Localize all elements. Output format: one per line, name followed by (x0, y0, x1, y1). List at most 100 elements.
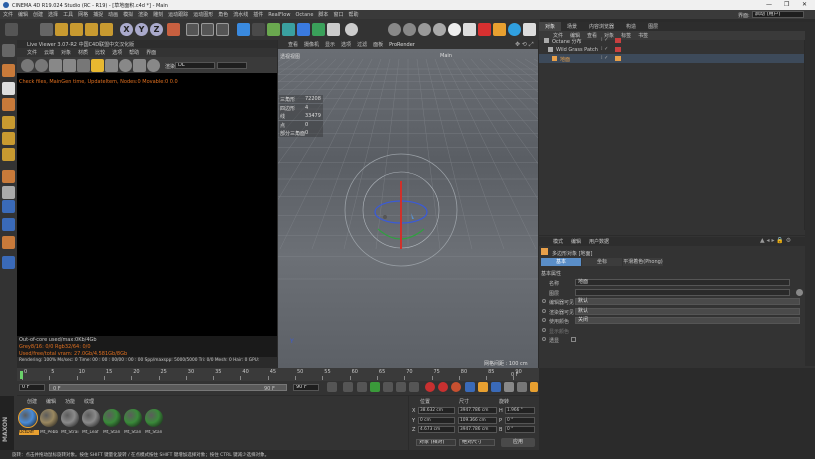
menu-item-3[interactable]: 选择 (48, 11, 58, 18)
camera-icon[interactable] (327, 23, 340, 36)
auto-key-icon[interactable] (438, 382, 448, 392)
z-axis-icon[interactable]: Z (150, 23, 163, 36)
viewport-menu-item[interactable]: 过滤 (357, 41, 367, 48)
go-to-end-icon[interactable] (409, 382, 419, 392)
material-swatch[interactable] (103, 409, 121, 427)
pick-object-icon[interactable] (133, 59, 146, 72)
viewport-menu-item[interactable]: ProRender (389, 42, 415, 48)
octane-settings-icon[interactable] (403, 23, 416, 36)
render-view-icon[interactable] (186, 23, 199, 36)
subdivision-icon[interactable] (267, 23, 280, 36)
menu-item-10[interactable]: 雕刻 (153, 11, 163, 18)
position-field[interactable]: 0 cm (418, 416, 455, 424)
object-tab[interactable]: 内容浏览器 (583, 22, 620, 31)
current-frame-field[interactable]: 0 F (19, 384, 45, 391)
go-to-start-icon[interactable] (327, 382, 337, 392)
size-field[interactable]: 3947.786 cm (458, 407, 497, 414)
render-picture-viewer-icon[interactable] (201, 23, 214, 36)
timeline-ruler[interactable]: 0 5 10 15 20 25 30 35 40 45 50 55 60 65 70 75 80 85 90 0 F (17, 368, 539, 381)
animate-dot-icon[interactable] (542, 327, 546, 332)
attribute-tab[interactable]: 平滑着色(Phong) (623, 258, 663, 266)
pause-icon[interactable] (49, 59, 62, 72)
rotation-field[interactable]: 0 ° (505, 426, 535, 433)
object-tab[interactable]: 图层 (642, 22, 664, 31)
tag-icon[interactable] (615, 47, 621, 52)
visibility-dots-icon[interactable]: ⁞ ✓ (601, 55, 608, 61)
octane-texture-icon[interactable] (433, 23, 446, 36)
next-frame-icon[interactable] (383, 382, 393, 392)
key-rotation-icon[interactable] (491, 382, 501, 392)
object-tab[interactable]: 构造 (620, 22, 642, 31)
max-frame-field[interactable]: 90 F (293, 384, 319, 391)
attribute-tab[interactable]: 坐标 (582, 258, 622, 266)
pick-focus-icon[interactable] (105, 59, 118, 72)
viewport-menu-item[interactable]: 显示 (325, 41, 335, 48)
menu-item-13[interactable]: 角色 (218, 11, 228, 18)
next-key-icon[interactable] (396, 382, 406, 392)
material-swatch[interactable] (124, 409, 142, 427)
octane-light-icon[interactable] (493, 23, 506, 36)
viewport-menu-item[interactable]: 查看 (288, 41, 298, 48)
material-menu-item[interactable]: 功能 (65, 398, 75, 405)
size-field[interactable]: 3947.786 cm (458, 426, 497, 433)
rotation-field[interactable]: 0 ° (505, 416, 535, 424)
object-tab[interactable]: 对象 (539, 22, 562, 31)
send-scene-icon[interactable] (21, 59, 34, 72)
scale-icon[interactable] (70, 23, 83, 36)
viewport-menu-item[interactable]: 面板 (373, 41, 383, 48)
recent-tools-icon[interactable] (100, 23, 113, 36)
restart-render-icon[interactable] (35, 59, 48, 72)
menu-item-15[interactable]: 插件 (253, 11, 263, 18)
live-viewer-menu-item[interactable]: 界面 (146, 49, 156, 56)
menu-item-6[interactable]: 捕捉 (93, 11, 103, 18)
move-icon[interactable] (55, 23, 68, 36)
keyframe-selection-icon[interactable] (451, 382, 461, 392)
menu-item-19[interactable]: 窗口 (333, 11, 343, 18)
right-panel-tabs[interactable] (805, 26, 815, 366)
key-parameter-icon[interactable] (504, 382, 514, 392)
live-viewer-menu-item[interactable]: 文件 (27, 49, 37, 56)
rotation-field[interactable]: 1.966 ° (505, 407, 535, 414)
material-menu-item[interactable]: 创建 (27, 398, 37, 405)
viewport-menu-item[interactable]: 选项 (341, 41, 351, 48)
region-render-icon[interactable] (77, 59, 90, 72)
menu-item-14[interactable]: 流水线 (233, 11, 248, 18)
animate-dot-icon[interactable] (542, 308, 546, 313)
visibility-dots-icon[interactable]: ⁞ ✓ (601, 37, 608, 43)
attribute-tab[interactable]: 基本 (541, 258, 581, 266)
menu-item-5[interactable]: 网格 (78, 11, 88, 18)
render-mode-select[interactable]: DL (175, 62, 215, 69)
viewport-menu-item[interactable]: 摄像机 (304, 41, 319, 48)
material-swatch[interactable] (145, 409, 163, 427)
points-mode-icon[interactable] (2, 116, 15, 129)
material-swatch[interactable] (18, 408, 38, 428)
attribute-value-field[interactable]: 地面 (575, 279, 790, 286)
animate-dot-icon[interactable] (542, 299, 546, 303)
attribute-value-field[interactable]: 关闭 (575, 317, 800, 324)
workplane-lock-icon[interactable] (2, 218, 15, 231)
pick-white-balance-icon[interactable] (147, 59, 160, 72)
play-icon[interactable] (370, 382, 380, 392)
previous-frame-icon[interactable] (357, 382, 367, 392)
cloner-icon[interactable] (282, 23, 295, 36)
minimize-icon[interactable]: — (766, 1, 772, 8)
octane-live-viewer-icon[interactable] (388, 23, 401, 36)
attribute-value-field[interactable]: 默认 (575, 307, 800, 315)
menu-item-17[interactable]: Octane (295, 12, 313, 18)
octane-help-icon[interactable] (523, 23, 536, 36)
menu-item-1[interactable]: 编辑 (18, 11, 28, 18)
layer-link-icon[interactable] (796, 288, 803, 296)
close-icon[interactable]: ✕ (802, 1, 807, 8)
coord-mode-select[interactable]: 对象 (相对) (416, 439, 456, 446)
floor-icon[interactable] (312, 23, 325, 36)
live-viewer-menu-item[interactable]: 云端 (44, 49, 54, 56)
key-position-icon[interactable] (465, 382, 475, 392)
model-mode-icon[interactable] (2, 64, 15, 77)
light-icon[interactable] (345, 23, 358, 36)
tweak-icon[interactable] (2, 186, 15, 199)
menu-item-9[interactable]: 渲染 (138, 11, 148, 18)
rotate-gizmo[interactable] (278, 49, 538, 368)
workplane-icon[interactable] (2, 98, 15, 111)
live-viewer-menu-item[interactable]: 帮助 (129, 49, 139, 56)
enable-axis-icon[interactable] (2, 170, 15, 183)
